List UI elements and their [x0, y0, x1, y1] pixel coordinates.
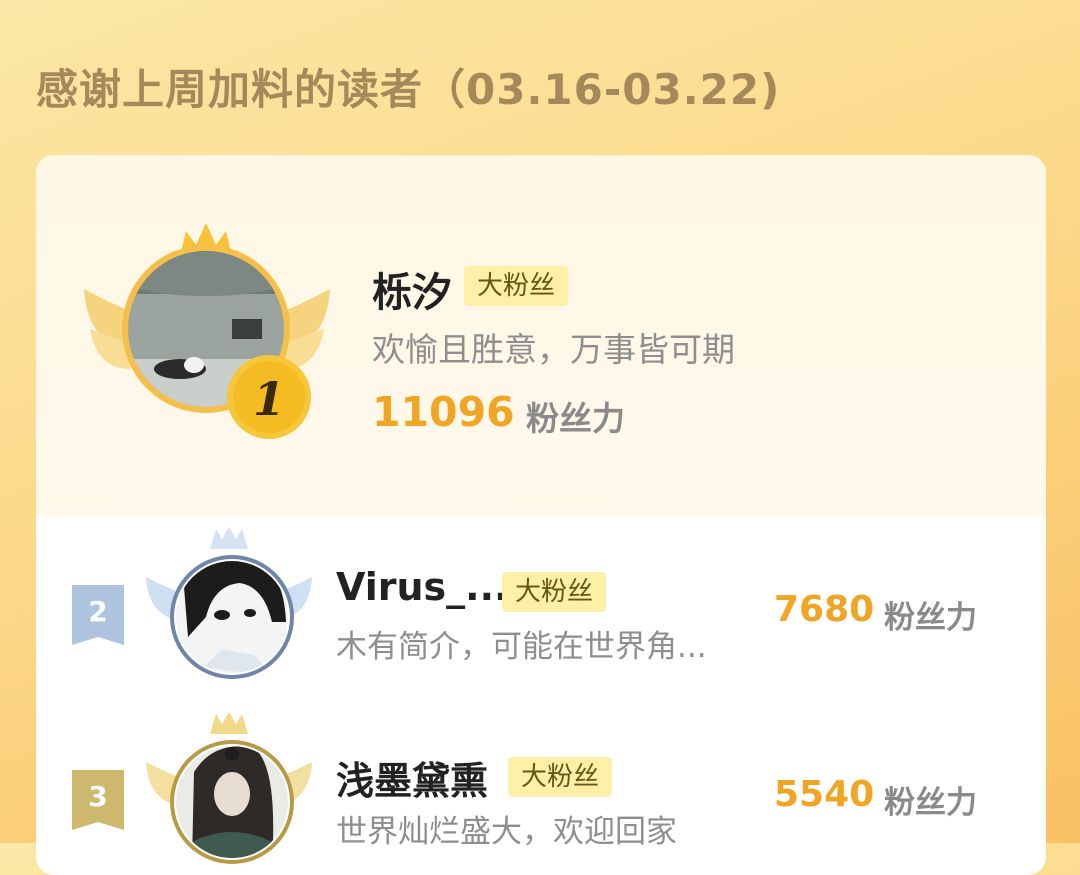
rank-number: 1	[253, 372, 285, 426]
reader-name[interactable]: Virus_...	[336, 565, 508, 609]
reader-bio: 世界灿烂盛大，欢迎回家	[336, 814, 677, 850]
reader-bio: 欢愉且胜意，万事皆可期	[372, 330, 735, 369]
fan-power-unit: 粉丝力	[884, 785, 977, 821]
fan-level-badge: 大粉丝	[502, 572, 606, 612]
fan-level-badge: 大粉丝	[508, 757, 612, 797]
avatar-frame-silver	[144, 527, 314, 697]
fan-power-unit: 粉丝力	[884, 600, 977, 636]
reader-name[interactable]: 浅墨黛熏	[336, 750, 488, 805]
rank-number: 3	[88, 780, 107, 813]
fan-level-badge: 大粉丝	[464, 266, 568, 306]
leaderboard-item-1[interactable]: 1 栎汐 大粉丝 欢愉且胜意，万事皆可期 11096 粉丝力	[36, 155, 1046, 517]
reader-bio: 木有简介，可能在世界角...	[336, 629, 707, 665]
rank-ribbon-icon: 3	[72, 770, 124, 830]
avatar-frame-gold: 1	[82, 219, 332, 449]
rank-number: 2	[88, 595, 107, 628]
avatar	[170, 740, 294, 864]
page-title: 感谢上周加料的读者（03.16-03.22)	[36, 65, 781, 114]
reader-name[interactable]: 栎汐	[372, 260, 452, 318]
fan-power-value: 11096	[372, 388, 515, 436]
leaderboard-card: 1 栎汐 大粉丝 欢愉且胜意，万事皆可期 11096 粉丝力 2 Virus_.…	[36, 155, 1046, 875]
leaderboard-item-3[interactable]: 3 浅墨黛熏 大粉丝 世界灿烂盛大，欢迎回家 5540 粉丝力	[36, 702, 1046, 875]
rank-ribbon-icon: 2	[72, 585, 124, 645]
fan-power-unit: 粉丝力	[526, 399, 625, 438]
fan-power-value: 7680	[774, 589, 875, 630]
avatar-frame-bronze	[144, 712, 314, 875]
fan-power-value: 5540	[774, 774, 875, 815]
leaderboard-item-2[interactable]: 2 Virus_... 大粉丝 木有简介，可能在世界角... 7680 粉丝力	[36, 517, 1046, 702]
rank-medal-icon: 1	[227, 355, 311, 439]
avatar	[170, 555, 294, 679]
